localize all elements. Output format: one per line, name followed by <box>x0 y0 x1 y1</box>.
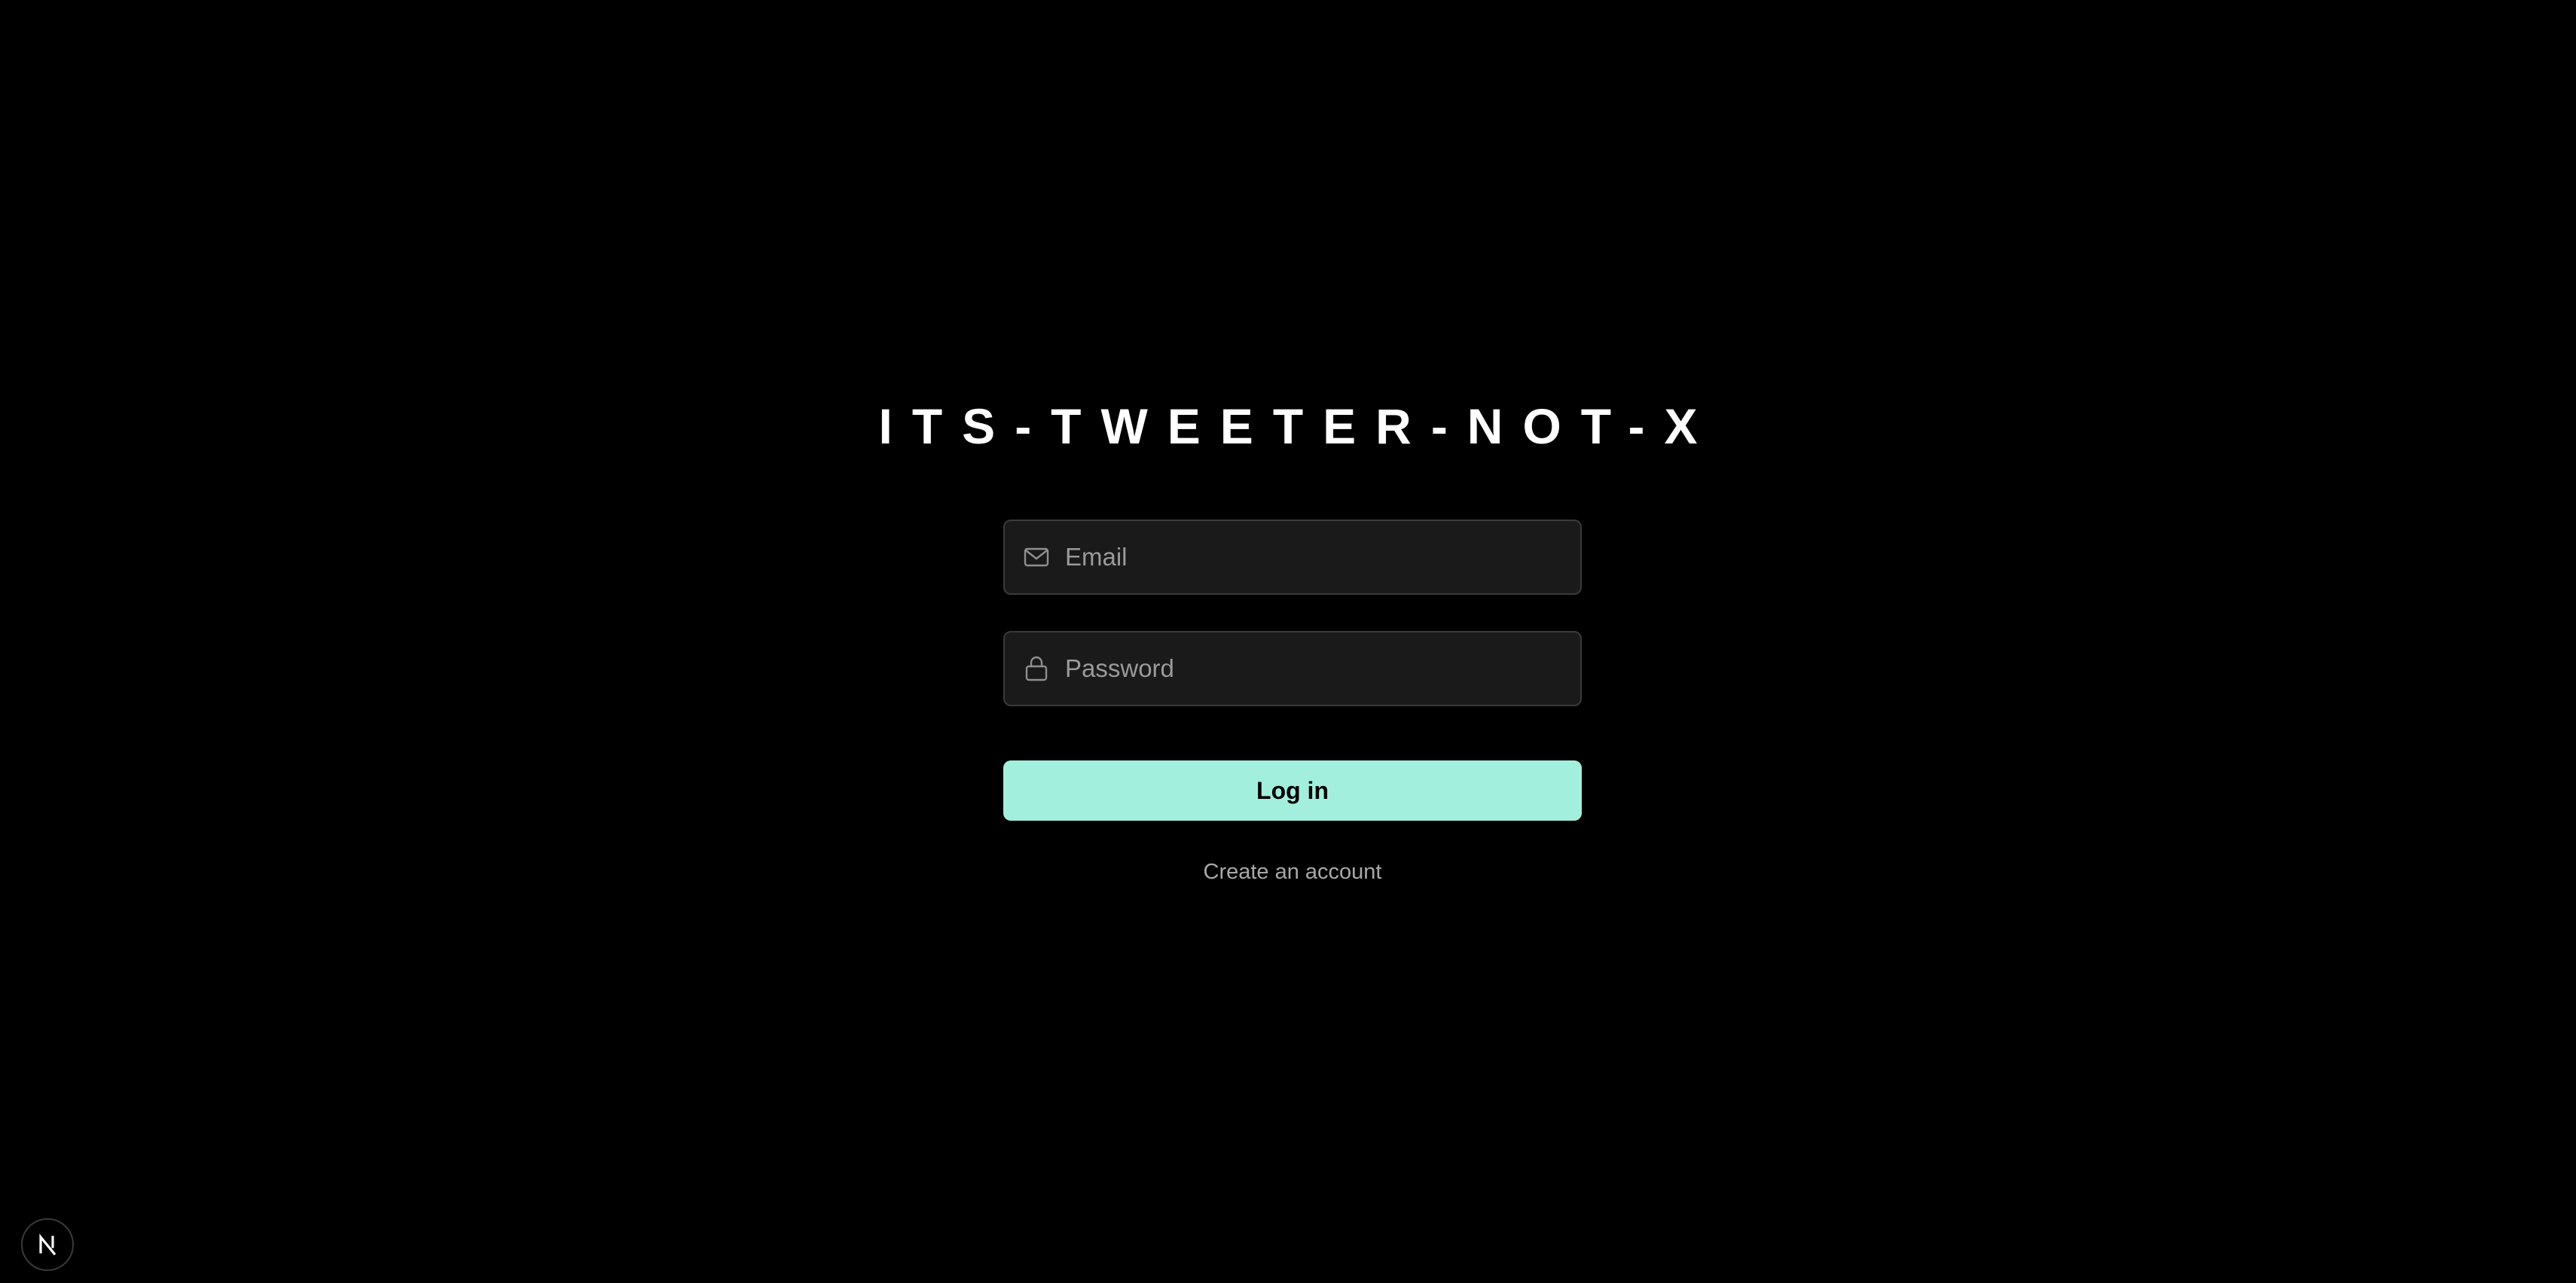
login-form: Log in Create an account <box>1003 520 1582 885</box>
password-input[interactable] <box>1065 632 1580 705</box>
email-field[interactable] <box>1003 520 1582 595</box>
login-button[interactable]: Log in <box>1003 760 1582 821</box>
nextjs-logo-icon <box>39 1233 56 1256</box>
create-account-link[interactable]: Create an account <box>1003 860 1582 885</box>
email-input[interactable] <box>1065 521 1580 593</box>
app-title: ITS-TWEETER-NOT-X <box>878 398 1717 454</box>
login-page: ITS-TWEETER-NOT-X Log in Create an accou… <box>0 0 2576 1283</box>
lock-icon <box>1023 655 1050 682</box>
nextjs-dev-badge[interactable] <box>21 1218 74 1271</box>
mail-icon <box>1023 544 1050 571</box>
password-field[interactable] <box>1003 631 1582 706</box>
